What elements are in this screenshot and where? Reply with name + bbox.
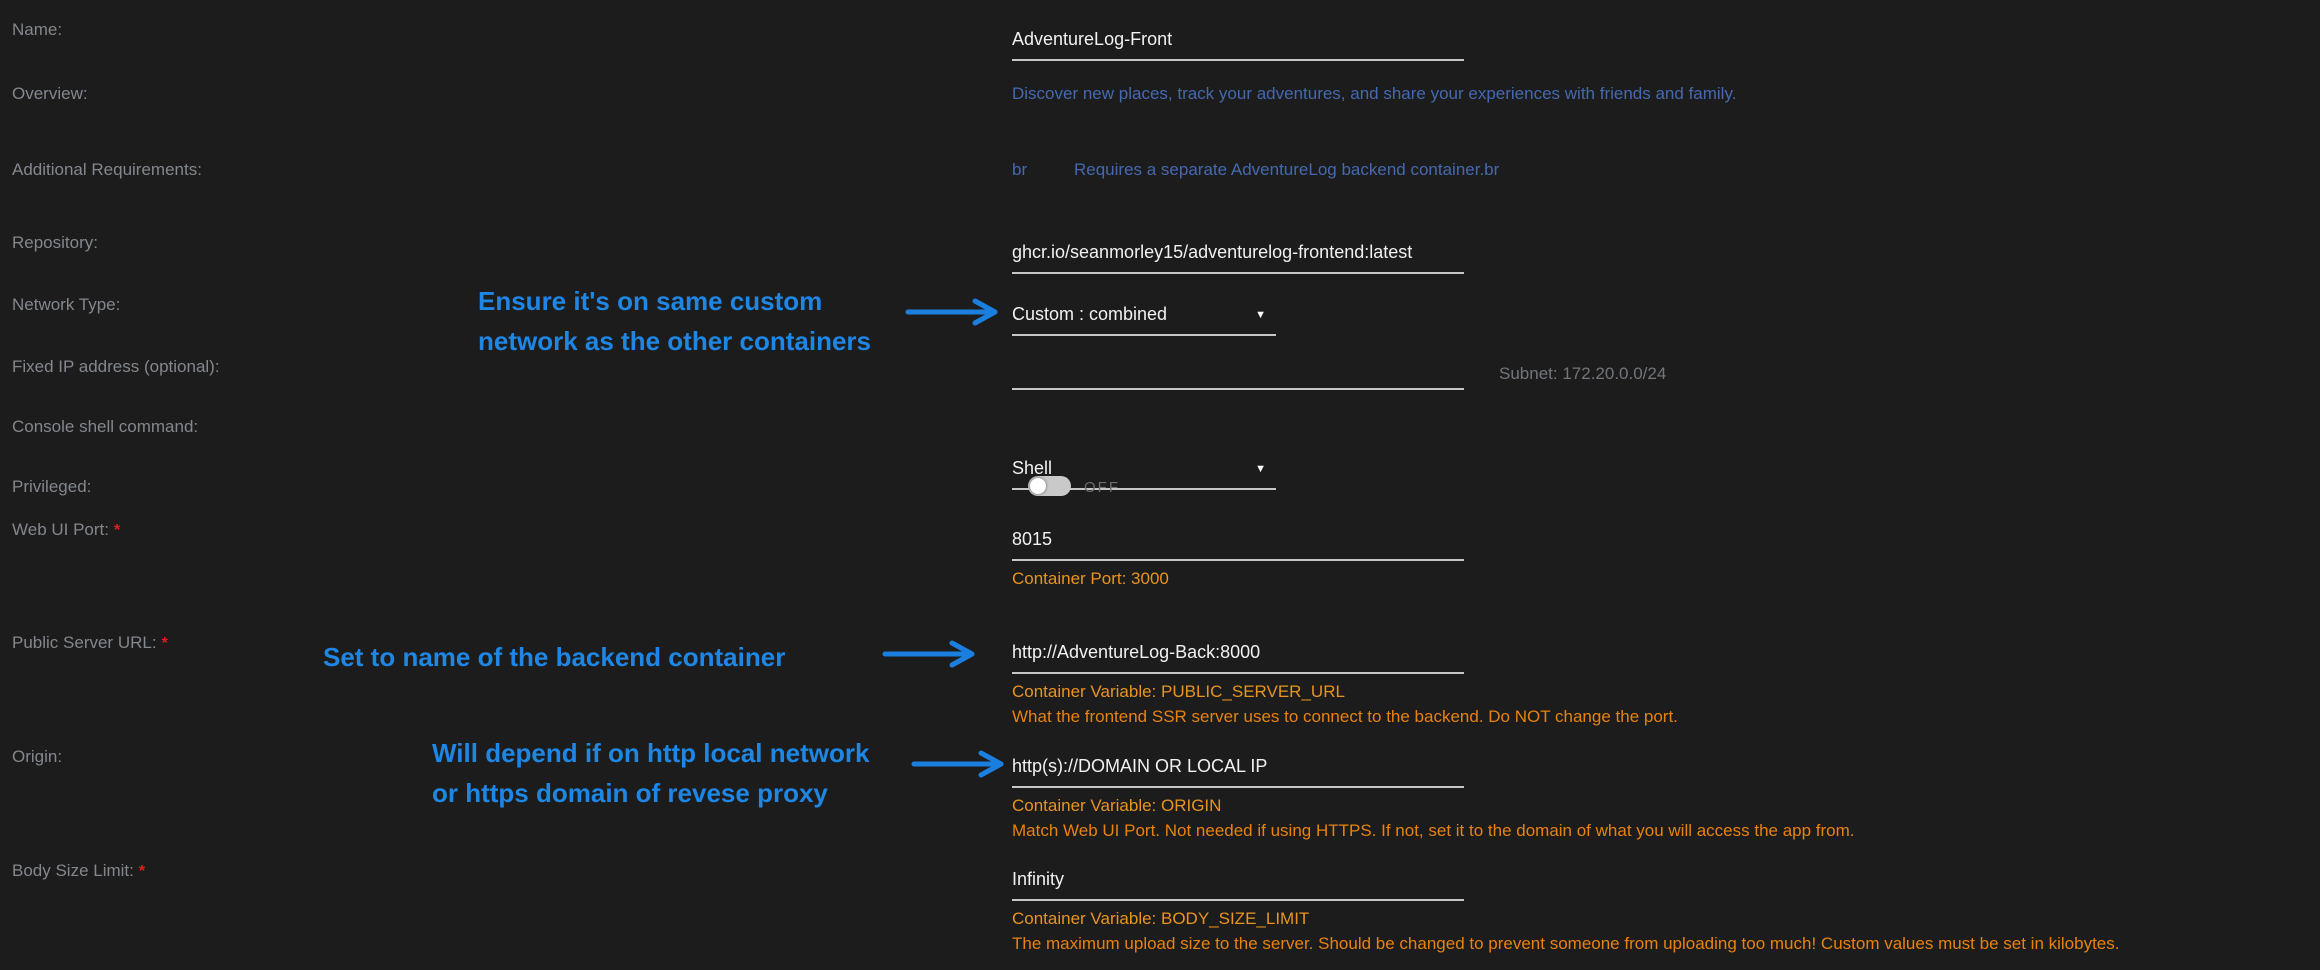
repository-input[interactable]: ghcr.io/seanmorley15/adventurelog-fronte… — [1012, 242, 1464, 274]
annotation-network-type: Ensure it's on same custom network as th… — [478, 281, 871, 361]
arrow-right-icon — [882, 639, 988, 669]
web-ui-port-input[interactable]: 8015 Container Port: 3000 — [1012, 529, 1464, 591]
container-variable-hint: Container Variable: BODY_SIZE_LIMIT — [1012, 906, 1464, 931]
body-size-limit-label: Body Size Limit:* — [12, 861, 145, 882]
name-label: Name: — [12, 20, 62, 40]
name-input[interactable]: AdventureLog-Front — [1012, 29, 1464, 61]
console-shell-selected-value: Shell — [1012, 458, 1276, 478]
public-server-url-input[interactable]: http://AdventureLog-Back:8000 Container … — [1012, 642, 1464, 729]
privileged-state-label: OFF — [1084, 479, 1120, 496]
br-tag-text: br — [1012, 160, 1027, 179]
origin-input-value: http(s)://DOMAIN OR LOCAL IP — [1012, 756, 1464, 776]
network-type-label: Network Type: — [12, 295, 120, 315]
select-underline — [1012, 334, 1276, 336]
caret-down-icon: ▼ — [1255, 309, 1266, 321]
origin-label: Origin: — [12, 747, 62, 767]
public-server-url-input-value: http://AdventureLog-Back:8000 — [1012, 642, 1464, 662]
input-underline — [1012, 59, 1464, 61]
container-variable-hint: Container Variable: ORIGIN — [1012, 793, 1464, 818]
container-variable-hint: Container Variable: PUBLIC_SERVER_URL — [1012, 679, 1464, 704]
docker-container-settings-form: Name: Overview: Additional Requirements:… — [0, 0, 2320, 970]
name-input-value: AdventureLog-Front — [1012, 29, 1464, 49]
fixed-ip-label: Fixed IP address (optional): — [12, 357, 220, 377]
additional-requirements-label: Additional Requirements: — [12, 160, 202, 180]
network-type-selected-value: Custom : combined — [1012, 304, 1276, 324]
annotation-public-server-url: Set to name of the backend container — [323, 637, 785, 677]
input-underline — [1012, 388, 1464, 390]
overview-text: Discover new places, track your adventur… — [1012, 84, 1736, 104]
input-underline — [1012, 272, 1464, 274]
field-description: Match Web UI Port. Not needed if using H… — [1012, 818, 1464, 843]
body-size-limit-input[interactable]: Infinity Container Variable: BODY_SIZE_L… — [1012, 869, 1464, 956]
container-port-hint: Container Port: 3000 — [1012, 566, 1464, 591]
fixed-ip-input[interactable] — [1012, 358, 1464, 390]
privileged-label: Privileged: — [12, 477, 91, 497]
additional-requirements-value: Requires a separate AdventureLog backend… — [1074, 160, 1499, 180]
public-server-url-label: Public Server URL:* — [12, 633, 168, 654]
arrow-right-icon — [905, 297, 1011, 327]
required-asterisk: * — [162, 635, 168, 652]
repository-label: Repository: — [12, 233, 98, 253]
origin-input[interactable]: http(s)://DOMAIN OR LOCAL IP Container V… — [1012, 756, 1464, 843]
fixed-ip-input-value — [1012, 358, 1464, 378]
repository-input-value: ghcr.io/seanmorley15/adventurelog-fronte… — [1012, 242, 1464, 262]
caret-down-icon: ▼ — [1255, 463, 1266, 475]
arrow-right-icon — [911, 749, 1017, 779]
web-ui-port-label: Web UI Port:* — [12, 520, 120, 541]
subnet-note: Subnet: 172.20.0.0/24 — [1499, 364, 1666, 384]
network-type-select[interactable]: Custom : combined ▼ — [1012, 304, 1276, 336]
input-underline — [1012, 899, 1464, 901]
input-underline — [1012, 559, 1464, 561]
required-asterisk: * — [114, 522, 120, 539]
body-size-limit-input-value: Infinity — [1012, 869, 1464, 889]
input-underline — [1012, 672, 1464, 674]
field-description: What the frontend SSR server uses to con… — [1012, 704, 1464, 729]
toggle-knob — [1030, 478, 1046, 494]
privileged-toggle[interactable] — [1028, 476, 1071, 496]
additional-requirements-text: br Requires a separate AdventureLog back… — [1012, 160, 1027, 180]
overview-label: Overview: — [12, 84, 88, 104]
required-asterisk: * — [139, 863, 145, 880]
annotation-origin: Will depend if on http local network or … — [432, 733, 869, 813]
field-description: The maximum upload size to the server. S… — [1012, 931, 1464, 956]
console-shell-label: Console shell command: — [12, 417, 198, 437]
input-underline — [1012, 786, 1464, 788]
web-ui-port-input-value: 8015 — [1012, 529, 1464, 549]
